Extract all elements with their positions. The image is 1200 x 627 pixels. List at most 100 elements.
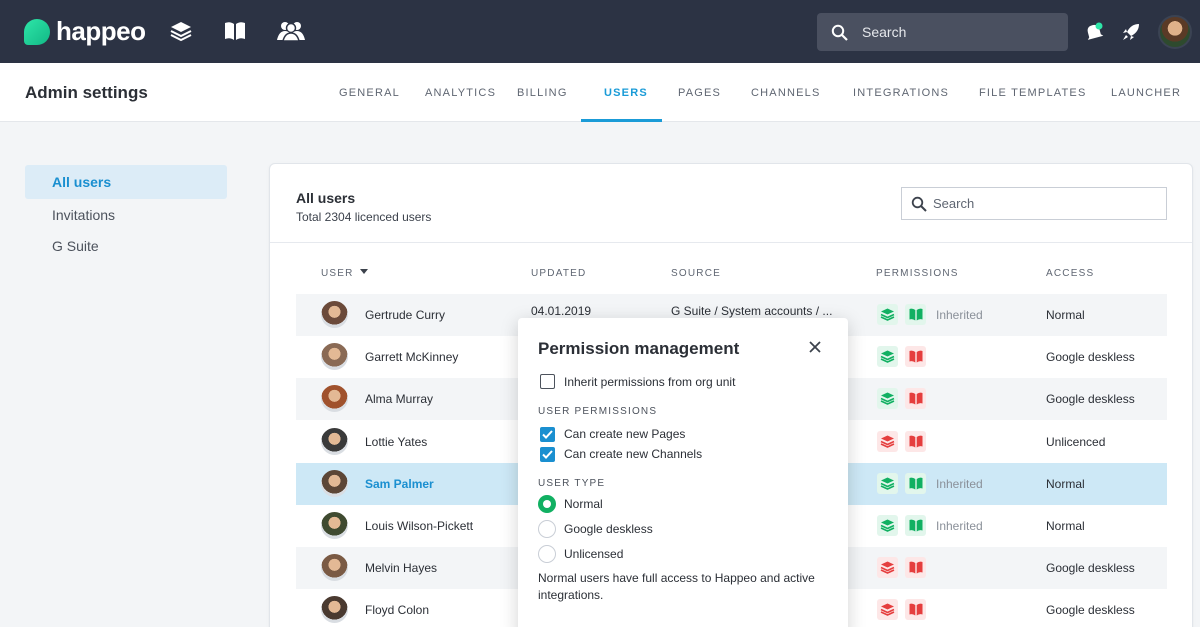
sort-descending-icon [359, 269, 368, 274]
user-access-level: Google deskless [1046, 561, 1135, 576]
user-avatar [321, 301, 348, 328]
people-icon[interactable] [276, 18, 306, 44]
user-name[interactable]: Alma Murray [365, 392, 433, 406]
channels-permission-icon[interactable] [905, 388, 926, 410]
channels-permission-icon[interactable] [905, 515, 926, 536]
user-name[interactable]: Garrett McKinney [365, 350, 458, 364]
sidebar-item-all-users[interactable]: All users [25, 165, 227, 199]
admin-settings-header: Admin settings GENERAL ANALYTICS BILLING… [0, 63, 1200, 122]
create-channels-checkbox[interactable] [540, 447, 555, 462]
user-type-description: Normal users have full access to Happeo … [538, 571, 815, 602]
user-avatar [321, 343, 348, 371]
user-access-level: Normal [1046, 476, 1085, 491]
checkmark-icon [542, 430, 553, 439]
checkmark-icon [542, 450, 553, 459]
tab-analytics[interactable]: ANALYTICS [425, 87, 496, 99]
user-type-unlicensed-radio[interactable] [538, 545, 556, 563]
create-channels-label: Can create new Channels [564, 447, 703, 461]
inherit-permissions-checkbox[interactable] [540, 374, 555, 389]
pages-permission-icon[interactable] [877, 346, 898, 368]
user-type-normal-label: Normal [564, 497, 603, 511]
sidebar-item-invitations[interactable]: Invitations [25, 198, 227, 232]
pages-permission-icon[interactable] [877, 388, 898, 410]
user-access-level: Google deskless [1046, 350, 1135, 365]
channels-permission-icon[interactable] [905, 430, 926, 452]
page-title: Admin settings [25, 83, 148, 102]
inherited-label: Inherited [936, 308, 983, 322]
user-avatar [321, 512, 348, 539]
user-name[interactable]: Louis Wilson-Pickett [365, 519, 473, 533]
tab-general[interactable]: GENERAL [339, 87, 400, 99]
user-avatar [321, 554, 348, 582]
inherited-label: Inherited [936, 476, 983, 491]
user-avatar [321, 385, 348, 413]
column-header-updated[interactable]: UPDATED [531, 268, 586, 279]
user-access-level: Normal [1046, 519, 1085, 533]
channels-permission-icon[interactable] [905, 599, 926, 621]
pages-permission-icon[interactable] [877, 515, 898, 536]
user-type-heading: USER TYPE [538, 478, 606, 489]
global-search-placeholder: Search [862, 24, 907, 40]
channels-permission-icon[interactable] [905, 304, 926, 325]
column-header-permissions[interactable]: PERMISSIONS [876, 268, 959, 279]
user-access-level: Normal [1046, 308, 1085, 322]
create-pages-checkbox[interactable] [540, 427, 555, 442]
pages-permission-icon[interactable] [877, 599, 898, 621]
pages-permission-icon[interactable] [877, 472, 898, 494]
sidebar-item-g-suite[interactable]: G Suite [25, 229, 227, 263]
permission-management-dialog: Permission management Inherit permission… [518, 318, 848, 627]
search-icon [911, 196, 927, 212]
happeo-logo[interactable]: happeo [24, 16, 146, 47]
logo-text: happeo [56, 16, 146, 46]
tab-channels[interactable]: CHANNELS [751, 87, 821, 99]
pages-permission-icon[interactable] [877, 557, 898, 579]
tab-integrations[interactable]: INTEGRATIONS [853, 87, 949, 99]
top-navigation-bar: happeo Search [0, 0, 1200, 63]
current-user-avatar[interactable] [1158, 15, 1192, 49]
tab-launcher[interactable]: LAUNCHER [1111, 87, 1181, 99]
pages-permission-icon[interactable] [877, 430, 898, 452]
inherit-permissions-label: Inherit permissions from org unit [564, 375, 736, 389]
channels-permission-icon[interactable] [905, 346, 926, 368]
user-type-google-deskless-label: Google deskless [564, 522, 653, 536]
user-name[interactable]: Sam Palmer [365, 477, 434, 491]
search-icon [831, 24, 848, 41]
channels-permission-icon[interactable] [905, 557, 926, 579]
user-permissions-heading: USER PERMISSIONS [538, 406, 658, 417]
user-access-level: Google deskless [1046, 603, 1135, 618]
global-search-input[interactable]: Search [817, 13, 1068, 51]
tab-file-templates[interactable]: FILE TEMPLATES [979, 87, 1086, 99]
user-source: G Suite / System accounts / ... [671, 304, 833, 318]
pages-permission-icon[interactable] [877, 304, 898, 325]
column-header-source[interactable]: SOURCE [671, 268, 721, 279]
user-name[interactable]: Lottie Yates [365, 435, 427, 449]
user-name[interactable]: Melvin Hayes [365, 561, 437, 575]
tab-users[interactable]: USERS [604, 87, 648, 99]
column-header-access[interactable]: ACCESS [1046, 268, 1094, 279]
dialog-title: Permission management [538, 339, 740, 358]
tab-pages[interactable]: PAGES [678, 87, 721, 99]
close-icon[interactable] [808, 340, 822, 354]
user-access-level: Google deskless [1046, 392, 1135, 407]
user-type-normal-radio[interactable] [538, 495, 556, 513]
notifications-bell-icon[interactable] [1084, 22, 1104, 42]
column-header-user-label: USER [321, 268, 354, 279]
rocket-launcher-icon[interactable] [1121, 22, 1141, 42]
user-updated-date: 04.01.2019 [531, 304, 592, 318]
user-name[interactable]: Floyd Colon [365, 603, 429, 617]
user-type-google-deskless-radio[interactable] [538, 520, 556, 538]
inherited-label: Inherited [936, 519, 983, 533]
layers-icon[interactable] [168, 18, 194, 44]
user-avatar [321, 596, 348, 624]
column-header-user[interactable]: USER [321, 268, 368, 279]
book-icon[interactable] [222, 18, 248, 44]
licenced-users-count: Total 2304 licenced users [296, 210, 432, 224]
user-name[interactable]: Gertrude Curry [365, 308, 445, 322]
panel-divider [270, 242, 1192, 243]
user-avatar [321, 427, 348, 455]
channels-permission-icon[interactable] [905, 472, 926, 494]
tab-billing[interactable]: BILLING [517, 87, 568, 99]
panel-title: All users [296, 190, 356, 206]
users-search-input[interactable]: Search [901, 187, 1167, 220]
user-access-level: Unlicenced [1046, 434, 1106, 449]
